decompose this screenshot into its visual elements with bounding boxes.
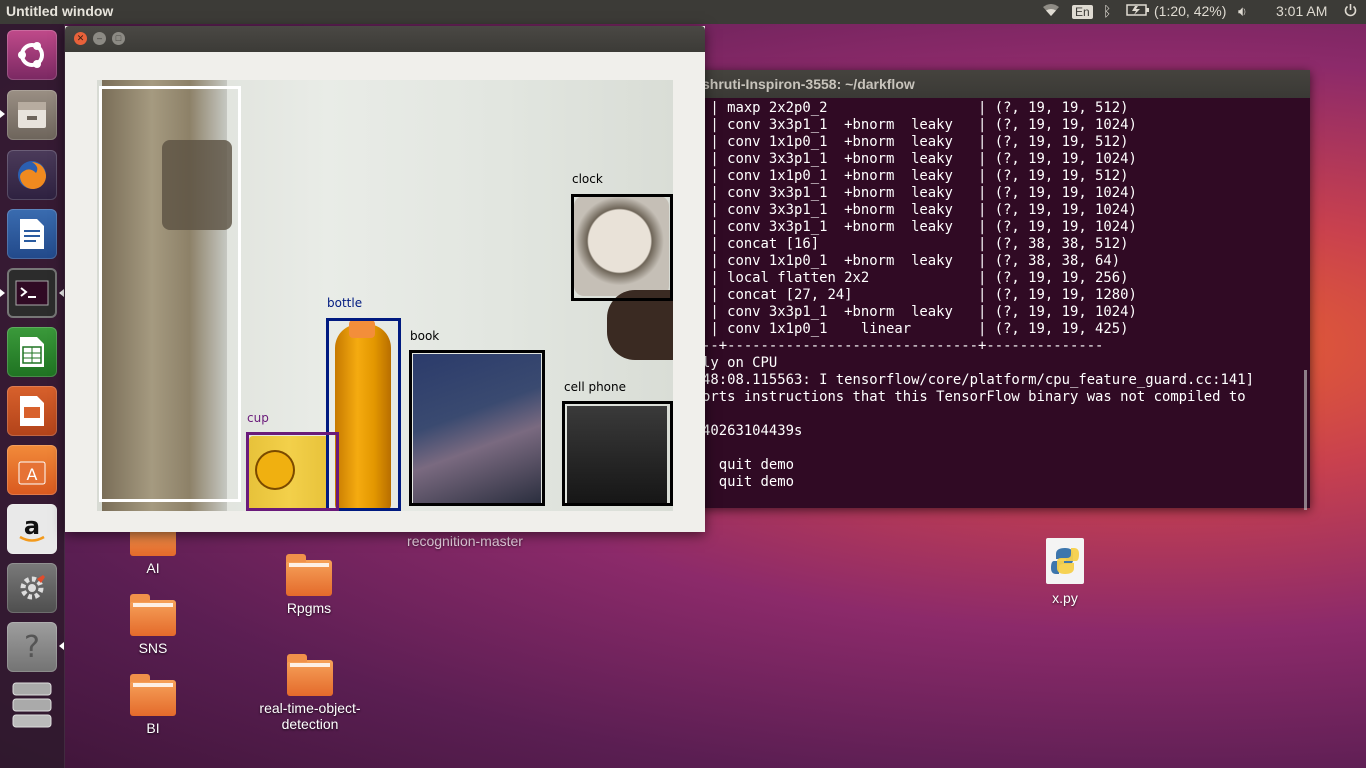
terminal-line: quit demo: [702, 474, 794, 490]
camera-frame: clock bottle book cell phone cup: [97, 80, 673, 511]
desktop-icon-label: real-time-object-detection: [259, 700, 361, 732]
close-icon[interactable]: ✕: [74, 32, 87, 45]
files-icon[interactable]: [7, 90, 57, 140]
terminal-output[interactable]: | maxp 2x2p0_2 | (?, 19, 19, 512) | conv…: [702, 100, 1254, 491]
terminal-line: --+------------------------------+------…: [702, 338, 1104, 354]
clock[interactable]: 3:01 AM: [1276, 3, 1327, 19]
desktop-folder-rpgms[interactable]: Rpgms: [254, 554, 364, 616]
terminal-line: | conv 1x1p0_1 +bnorm leaky | (?, 19, 19…: [702, 168, 1129, 184]
desktop-folder-sns[interactable]: SNS: [98, 594, 208, 656]
focused-indicator: [59, 289, 64, 297]
calc-icon[interactable]: [7, 327, 57, 377]
battery-status: (1:20, 42%): [1154, 3, 1227, 19]
firefox-icon[interactable]: [7, 150, 57, 200]
top-panel: Untitled window En ᛒ (1:20, 42%) 🔉︎ 3:01…: [0, 0, 1366, 24]
desktop-folder-bi[interactable]: BI: [98, 674, 208, 736]
terminal-line: | concat [27, 24] | (?, 19, 19, 1280): [702, 287, 1137, 303]
terminal-icon[interactable]: [7, 268, 57, 318]
terminal-line: | conv 1x1p0_1 +bnorm leaky | (?, 38, 38…: [702, 253, 1121, 269]
detection-window[interactable]: ✕ – □ clock bottle book cell phone cup: [65, 26, 705, 532]
running-indicator-2: [0, 289, 5, 297]
terminal-line: | concat [16] | (?, 38, 38, 512): [702, 236, 1129, 252]
terminal-line: | conv 3x3p1_1 +bnorm leaky | (?, 19, 19…: [702, 202, 1137, 218]
terminal-line: quit demo: [702, 457, 794, 473]
detection-box-clock: [571, 194, 673, 301]
folder-icon: [287, 654, 333, 696]
detection-box-cell-phone: [562, 401, 673, 506]
help-indicator: [59, 642, 64, 650]
terminal-line: | conv 3x3p1_1 +bnorm leaky | (?, 19, 19…: [702, 185, 1137, 201]
desktop-icon-label: x.py: [1052, 590, 1078, 606]
detection-box-person: [99, 86, 241, 502]
folder-icon: [286, 554, 332, 596]
terminal-line: 48:08.115563: I tensorflow/core/platform…: [702, 372, 1254, 388]
terminal-line: ly on CPU: [702, 355, 778, 371]
svg-text:A: A: [27, 465, 38, 484]
impress-icon[interactable]: [7, 386, 57, 436]
desktop-icon-label: AI: [146, 560, 160, 576]
system-settings-icon[interactable]: [7, 563, 57, 613]
terminal-line: | conv 1x1p0_1 +bnorm leaky | (?, 19, 19…: [702, 134, 1129, 150]
terminal-titlebar[interactable]: shruti-Inspiron-3558: ~/darkflow: [640, 70, 1310, 98]
volume-icon[interactable]: 🔉︎: [1238, 3, 1247, 20]
power-icon[interactable]: [1343, 3, 1358, 21]
detection-window-titlebar[interactable]: ✕ – □: [65, 26, 705, 52]
keyboard-indicator[interactable]: En: [1072, 3, 1093, 19]
desktop-icon-label: SNS: [138, 640, 168, 656]
svg-text:a: a: [24, 514, 40, 540]
wifi-icon[interactable]: [1042, 3, 1060, 20]
amazon-icon[interactable]: a: [7, 504, 57, 554]
desktop-icon-label: Rpgms: [286, 600, 332, 616]
launcher: A a ?: [0, 24, 65, 768]
maximize-icon[interactable]: □: [112, 32, 125, 45]
python-file-icon: [1046, 538, 1084, 584]
terminal-line: | conv 3x3p1_1 +bnorm leaky | (?, 19, 19…: [702, 151, 1137, 167]
terminal-line: 40263104439s: [702, 423, 803, 439]
terminal-line: | conv 3x3p1_1 +bnorm leaky | (?, 19, 19…: [702, 304, 1137, 320]
desktop-folder-recognition-master[interactable]: recognition-master: [385, 533, 545, 549]
terminal-line: | conv 1x1p0_1 linear | (?, 19, 19, 425): [702, 321, 1129, 337]
detection-label-cup: cup: [247, 411, 269, 425]
minimize-icon[interactable]: –: [93, 32, 106, 45]
software-center-icon[interactable]: A: [7, 445, 57, 495]
battery-icon[interactable]: [1126, 3, 1150, 20]
folder-icon: [130, 674, 176, 716]
running-indicator: [0, 110, 5, 118]
terminal-line: | maxp 2x2p0_2 | (?, 19, 19, 512): [702, 100, 1129, 116]
desktop-icon-label: BI: [146, 720, 160, 736]
ubuntu-dash-icon[interactable]: [7, 30, 57, 80]
trash-icon[interactable]: [7, 676, 57, 738]
terminal-title: shruti-Inspiron-3558: ~/darkflow: [702, 76, 915, 92]
help-icon[interactable]: ?: [7, 622, 57, 672]
terminal-window[interactable]: shruti-Inspiron-3558: ~/darkflow | maxp …: [640, 70, 1310, 510]
terminal-line: | local flatten 2x2 | (?, 19, 19, 256): [702, 270, 1129, 286]
detection-label-book: book: [410, 329, 440, 343]
terminal-line: | conv 3x3p1_1 +bnorm leaky | (?, 19, 19…: [702, 219, 1137, 235]
detection-box-cup: [246, 432, 339, 511]
detection-label-cell-phone: cell phone: [564, 380, 627, 394]
writer-icon[interactable]: [7, 209, 57, 259]
desktop-file-x-py[interactable]: x.py: [1010, 538, 1120, 606]
detection-label-clock: clock: [572, 172, 603, 186]
terminal-line: | conv 3x3p1_1 +bnorm leaky | (?, 19, 19…: [702, 117, 1137, 133]
bluetooth-icon[interactable]: ᛒ: [1103, 3, 1111, 19]
desktop-folder-real-time-object-detection[interactable]: real-time-object-detection: [240, 654, 380, 732]
detection-box-book: [409, 350, 545, 506]
desktop-icon-label: recognition-master: [407, 533, 523, 549]
detection-label-bottle: bottle: [327, 296, 363, 310]
window-title: Untitled window: [6, 3, 114, 19]
folder-icon: [130, 594, 176, 636]
terminal-line: orts instructions that this TensorFlow b…: [702, 389, 1246, 405]
terminal-scrollbar[interactable]: [1304, 370, 1307, 510]
